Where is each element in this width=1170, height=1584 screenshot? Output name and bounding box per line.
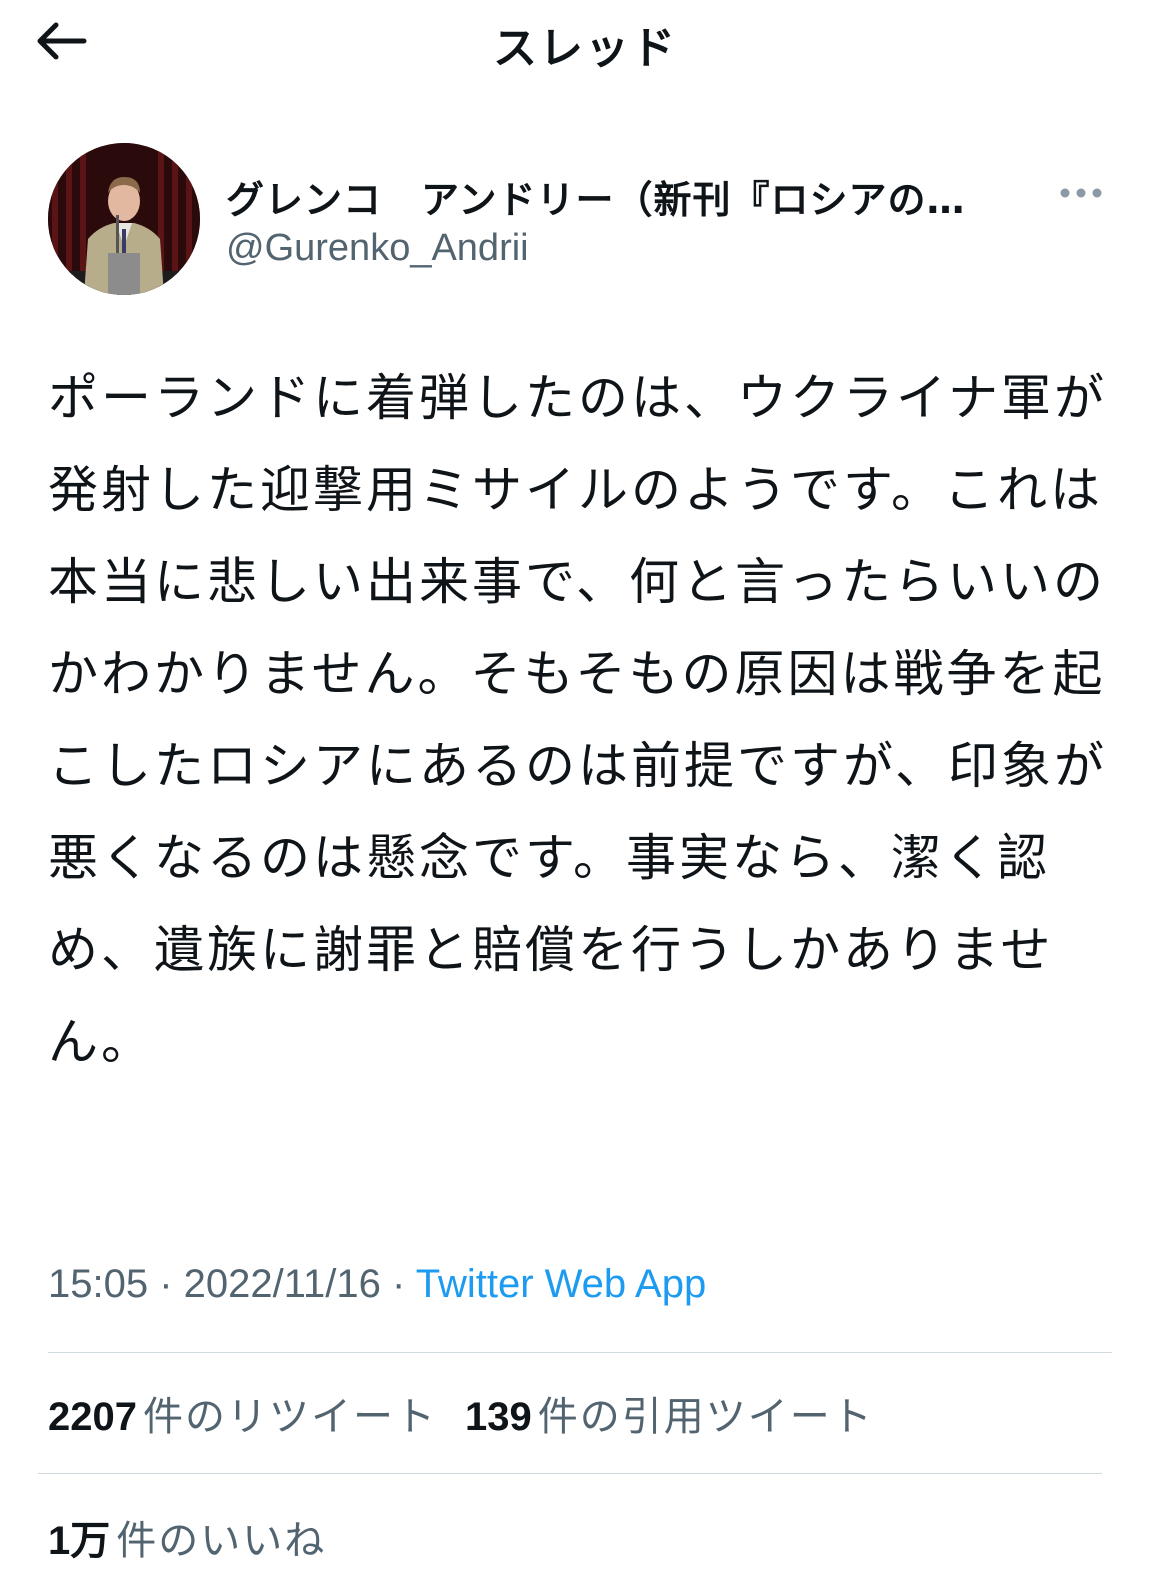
meta-separator: ·: [380, 1262, 416, 1306]
divider: [38, 1473, 1102, 1474]
likes-stat[interactable]: 1万 件のいいね: [48, 1508, 326, 1566]
tweet-source-link[interactable]: Twitter Web App: [416, 1262, 707, 1306]
tweet-time[interactable]: 15:05: [48, 1262, 148, 1306]
avatar[interactable]: [48, 143, 200, 295]
tweet-stats-row: 2207 件のリツイート 139 件の引用ツイート: [48, 1384, 902, 1442]
like-label: 件のいいね: [116, 1518, 327, 1564]
top-bar: スレッド: [0, 0, 1170, 90]
meta-separator: ·: [148, 1262, 184, 1306]
tweet-body: ポーランドに着弾したのは、ウクライナ軍が発射した迎撃用ミサイルのようです。これは…: [48, 369, 1107, 1071]
tweet-meta: 15:05 · 2022/11/16 · Twitter Web App: [48, 1262, 706, 1307]
retweet-count: 2207: [48, 1395, 137, 1439]
quotes-stat[interactable]: 139 件の引用ツイート: [465, 1384, 874, 1442]
retweet-label: 件のリツイート: [142, 1394, 437, 1440]
retweets-stat[interactable]: 2207 件のリツイート: [48, 1384, 437, 1442]
more-options-button[interactable]: [1056, 173, 1106, 213]
tweet-author: グレンコ アンドリー（新刊『ロシアの… @Gurenko_Andrii: [48, 143, 1128, 303]
likes-stat-row: 1万 件のいいね: [48, 1508, 354, 1566]
quote-count: 139: [464, 1395, 532, 1439]
quote-label: 件の引用ツイート: [537, 1394, 874, 1440]
divider: [48, 1352, 1112, 1353]
author-display-name[interactable]: グレンコ アンドリー（新刊『ロシアの…: [226, 169, 1046, 224]
tweet-date[interactable]: 2022/11/16: [184, 1262, 381, 1306]
author-handle[interactable]: @Gurenko_Andrii: [226, 227, 529, 270]
like-count: 1万: [48, 1519, 111, 1563]
page-title: スレッド: [493, 23, 677, 74]
more-horizontal-icon: [1059, 184, 1103, 203]
